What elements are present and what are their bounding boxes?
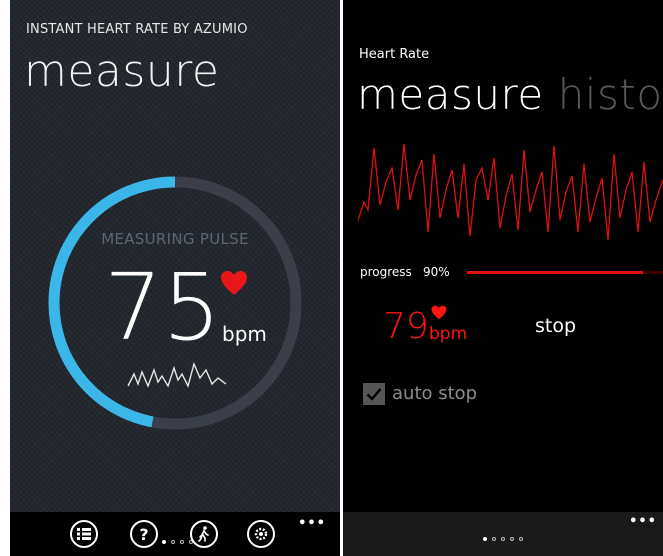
tab-measure[interactable]: measure	[357, 70, 544, 119]
auto-stop-label: auto stop	[392, 383, 478, 404]
page-dot	[483, 537, 487, 541]
more-options-button[interactable]: •••	[629, 514, 657, 529]
heart-rate-graph	[358, 143, 663, 241]
page-dot	[162, 540, 166, 544]
question-icon: ?	[139, 524, 149, 544]
page-dot	[171, 540, 175, 544]
page-indicator-left	[162, 540, 193, 544]
settings-button[interactable]	[247, 520, 275, 548]
help-button[interactable]: ?	[130, 520, 158, 548]
left-phone-screen: INSTANT HEART RATE BY AZUMIO measure MEA…	[10, 0, 340, 556]
app-title: Heart Rate	[359, 47, 430, 62]
tab-history[interactable]: history	[558, 70, 663, 119]
heart-icon	[221, 271, 247, 295]
bpm-value: 79	[383, 306, 429, 347]
progress-bar-fill	[467, 271, 644, 274]
progress-label: progress	[360, 265, 412, 279]
walking-person-icon	[198, 526, 209, 542]
bpm-unit: bpm	[429, 324, 468, 344]
auto-stop-checkbox[interactable]	[363, 383, 385, 405]
bpm-value: 75	[104, 254, 222, 361]
progress-percent: 90%	[423, 265, 450, 279]
page-dot	[519, 537, 523, 541]
gear-icon	[254, 527, 268, 541]
page-dot	[492, 537, 496, 541]
list-button[interactable]	[70, 520, 98, 548]
pivot-header: measure history	[357, 70, 663, 119]
page-indicator-right	[483, 537, 523, 541]
app-title: INSTANT HEART RATE BY AZUMIO	[26, 22, 248, 37]
list-icon	[77, 528, 91, 540]
stop-button[interactable]: stop	[535, 315, 576, 337]
checkmark-icon	[366, 388, 382, 401]
walk-button[interactable]	[190, 520, 218, 548]
right-phone-screen: Heart Rate measure history progress 90% 7…	[343, 0, 663, 556]
pulse-waveform	[127, 361, 227, 388]
app-bar: •••	[343, 512, 663, 556]
app-bar: ? •••	[10, 512, 340, 556]
page-title: measure	[24, 46, 220, 97]
progress-bar	[467, 271, 663, 274]
page-dot	[510, 537, 514, 541]
more-options-button[interactable]: •••	[298, 516, 326, 531]
bpm-unit: bpm	[222, 322, 267, 346]
measuring-status: MEASURING PULSE	[101, 230, 249, 248]
page-dot	[501, 537, 505, 541]
page-dot	[180, 540, 184, 544]
heart-icon	[431, 305, 447, 320]
